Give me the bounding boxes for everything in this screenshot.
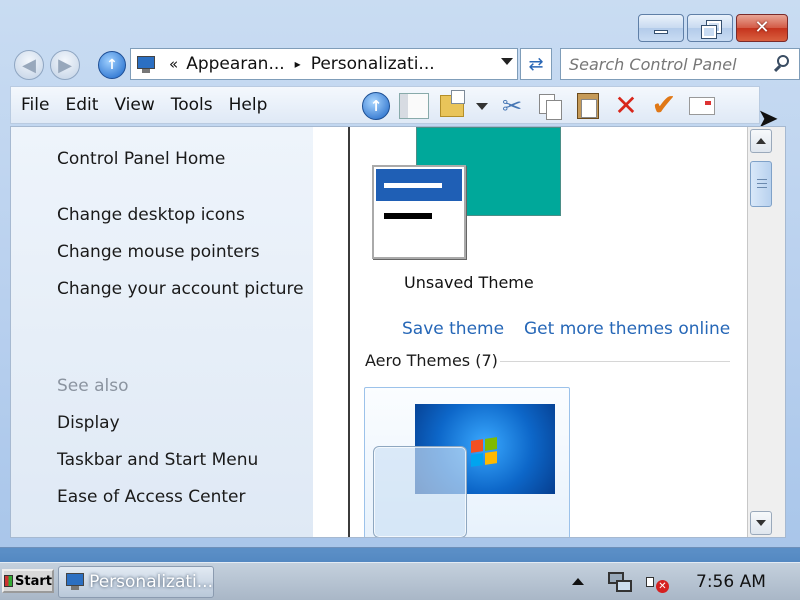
search-box[interactable] [560, 48, 800, 80]
vertical-scrollbar[interactable] [747, 127, 785, 537]
menu-bar: File Edit View Tools Help ↑ ✂ ✕ ✔ [10, 86, 760, 124]
change-mouse-pointers-link[interactable]: Change mouse pointers [57, 242, 260, 262]
task-pane: Control Panel Home Change desktop icons … [11, 127, 313, 537]
refresh-icon: ⇄ [528, 53, 544, 75]
up-arrow-icon: ↑ [106, 57, 118, 73]
toolbar-dropdown[interactable] [475, 91, 489, 121]
check-icon: ✔ [651, 88, 677, 123]
preview-pane-icon [399, 93, 429, 119]
search-icon[interactable] [773, 55, 791, 73]
paste-button[interactable] [573, 91, 603, 121]
back-button[interactable]: ◀ [14, 50, 44, 80]
content-area: Control Panel Home Change desktop icons … [10, 126, 786, 538]
breadcrumb-separator-icon[interactable]: ▸ [295, 57, 301, 71]
breadcrumb-appearance[interactable]: Appearan... [186, 54, 284, 74]
aero-theme-tile[interactable] [364, 387, 570, 537]
minimize-button[interactable] [638, 14, 684, 42]
search-input[interactable] [561, 54, 761, 74]
taskbar-start-menu-link[interactable]: Taskbar and Start Menu [57, 450, 258, 470]
folder-options-icon [440, 90, 465, 117]
address-bar[interactable]: « Appearan... ▸ Personalizati... [130, 48, 518, 80]
cut-button[interactable]: ✂ [497, 91, 527, 121]
cut-icon: ✂ [501, 92, 523, 120]
menu-help[interactable]: Help [221, 86, 276, 124]
taskbar-item-label: Personalizati... [89, 572, 213, 592]
scroll-up-button[interactable] [750, 129, 772, 153]
scroll-down-icon [756, 520, 766, 526]
forward-arrow-icon: ▶ [58, 54, 72, 76]
see-also-heading: See also [57, 376, 129, 396]
copy-icon [539, 94, 562, 120]
minimize-icon [654, 30, 668, 34]
close-button[interactable]: ✕ [736, 14, 788, 42]
volume-muted-icon[interactable]: ✕ [646, 572, 670, 594]
back-arrow-icon: ◀ [22, 54, 36, 76]
change-desktop-icons-link[interactable]: Change desktop icons [57, 205, 245, 225]
caption-buttons: ✕ [638, 14, 788, 42]
restore-icon [701, 20, 722, 39]
delete-icon: ✕ [614, 89, 638, 122]
paste-icon [577, 93, 599, 119]
forward-button[interactable]: ▶ [50, 50, 80, 80]
ease-of-access-link[interactable]: Ease of Access Center [57, 487, 246, 507]
menu-file[interactable]: File [11, 86, 57, 124]
apply-button[interactable]: ✔ [649, 91, 679, 121]
taskbar-item-personalization[interactable]: Personalizati... [58, 566, 214, 598]
control-panel-icon [65, 572, 84, 592]
aero-themes-heading: Aero Themes (7) [365, 351, 498, 370]
breadcrumb-personalization[interactable]: Personalizati... [311, 54, 435, 74]
menu-edit[interactable]: Edit [57, 86, 106, 124]
control-panel-home-link[interactable]: Control Panel Home [57, 149, 225, 169]
display-link[interactable]: Display [57, 413, 120, 433]
copy-button[interactable] [535, 91, 565, 121]
toolbar-up-button[interactable]: ↑ [361, 91, 391, 121]
show-hidden-icons-icon[interactable] [572, 578, 584, 585]
save-theme-link[interactable]: Save theme [402, 319, 504, 339]
taskbar: Start Personalizati... ✕ 7:56 AM [0, 562, 800, 600]
aero-glass-preview [373, 446, 467, 537]
refresh-button[interactable]: ⇄ [520, 48, 552, 80]
folder-options-button[interactable] [437, 90, 467, 121]
scroll-thumb[interactable] [750, 161, 772, 207]
start-icon [4, 575, 14, 587]
control-panel-icon [135, 54, 157, 74]
restore-button[interactable] [687, 14, 733, 42]
preview-pane-button[interactable] [399, 91, 429, 121]
toolbar: ↑ ✂ ✕ ✔ [361, 90, 717, 121]
start-button[interactable]: Start [2, 569, 54, 593]
menu-view[interactable]: View [106, 86, 162, 124]
current-theme-name: Unsaved Theme [404, 273, 534, 292]
delete-button[interactable]: ✕ [611, 91, 641, 121]
properties-button[interactable] [687, 91, 717, 121]
dropdown-icon [476, 102, 488, 110]
clock[interactable]: 7:56 AM [696, 572, 766, 592]
get-more-themes-link[interactable]: Get more themes online [524, 319, 730, 339]
up-button[interactable]: ↑ [98, 51, 126, 79]
section-divider [500, 361, 730, 362]
change-account-picture-link[interactable]: Change your account picture [57, 279, 304, 299]
scroll-down-button[interactable] [750, 511, 772, 535]
navigation-row: ◀ ▶ ↑ « Appearan... ▸ Personalizati... ⇄ [14, 48, 800, 80]
breadcrumb-overflow[interactable]: « [169, 55, 178, 73]
up-icon: ↑ [362, 92, 390, 120]
theme-window-preview[interactable] [372, 165, 466, 259]
address-dropdown-icon[interactable] [501, 58, 513, 65]
close-icon: ✕ [754, 17, 770, 38]
start-label: Start [15, 573, 52, 589]
network-icon[interactable] [608, 572, 632, 594]
windows-logo-icon [471, 437, 499, 467]
theme-pane: Unsaved Theme Save theme Get more themes… [350, 127, 746, 537]
control-panel-window: ✕ ◀ ▶ ↑ « Appearan... ▸ Personalizati...… [0, 0, 800, 548]
properties-icon [689, 97, 715, 115]
scroll-up-icon [756, 138, 766, 144]
menu-tools[interactable]: Tools [163, 86, 221, 124]
